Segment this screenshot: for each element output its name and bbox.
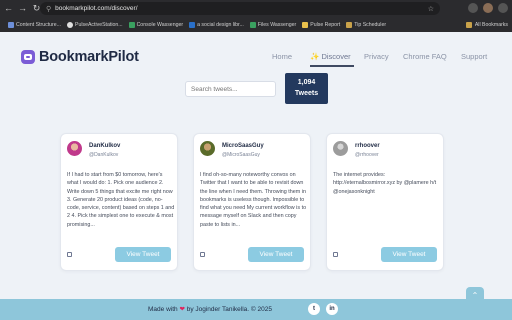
browser-actions <box>468 3 508 13</box>
extensions-icon[interactable] <box>468 3 478 13</box>
twitter-icon[interactable]: t <box>308 303 320 315</box>
folder-icon <box>346 21 353 28</box>
bookmark-star-icon[interactable]: ☆ <box>428 5 434 13</box>
author-name: MicroSaasGuy <box>222 143 264 149</box>
nav-privacy[interactable]: Privacy <box>364 52 389 61</box>
select-checkbox[interactable] <box>333 252 338 257</box>
bookmark-item[interactable]: Files Wassenger <box>249 21 296 28</box>
search-input[interactable] <box>185 81 276 97</box>
wassenger-icon <box>249 21 256 28</box>
doc-icon <box>8 21 14 28</box>
linkedin-icon[interactable]: in <box>326 303 338 315</box>
view-tweet-button[interactable]: View Tweet <box>115 247 171 262</box>
footer: Made with ❤ by Joginder Tanikella. © 202… <box>0 299 512 320</box>
link-icon <box>189 21 196 28</box>
bookmarks-bar: Content Structure... PulseActiveStation.… <box>0 17 512 32</box>
tweet-card: rrhoover @rrhoover The internet provides… <box>326 133 444 271</box>
tweet-text: If I had to start from $0 tomorrow, here… <box>67 172 175 228</box>
avatar <box>333 141 348 156</box>
sparkle-icon: ✨ <box>310 52 320 61</box>
author-handle: @rrhoover <box>355 152 379 158</box>
url-text: bookmarkpilot.com/discover/ <box>55 5 138 12</box>
bookmark-item[interactable]: Pulse Report <box>302 21 340 28</box>
author-handle: @DanKulkov <box>89 152 119 158</box>
site-info-icon[interactable]: ⚲ <box>46 5 51 13</box>
bookmark-item[interactable]: PulseActiveStation... <box>66 21 123 28</box>
github-icon <box>66 21 73 28</box>
main-nav: Home ✨ Discover Privacy Chrome FAQ Suppo… <box>0 52 512 67</box>
back-icon[interactable]: ← <box>3 3 14 14</box>
view-tweet-button[interactable]: View Tweet <box>381 247 437 262</box>
bookmark-item[interactable]: Content Structure... <box>8 21 61 28</box>
tweet-card: DanKulkov @DanKulkov If I had to start f… <box>60 133 178 271</box>
view-tweet-button[interactable]: View Tweet <box>248 247 304 262</box>
nav-support[interactable]: Support <box>461 52 487 61</box>
address-bar[interactable]: ⚲ bookmarkpilot.com/discover/ ☆ <box>40 2 440 15</box>
browser-chrome: ← → ↻ ⚲ bookmarkpilot.com/discover/ ☆ Co… <box>0 0 512 32</box>
profile-avatar[interactable] <box>483 3 493 13</box>
tweet-card: MicroSaasGuy @MicroSaasGuy I find oh-so-… <box>193 133 311 271</box>
tweet-text: I find oh-so-many noteworthy convos on T… <box>200 172 307 228</box>
nav-chrome-faq[interactable]: Chrome FAQ <box>403 52 447 61</box>
pulse-icon <box>302 21 309 28</box>
menu-icon[interactable] <box>498 3 508 13</box>
address-row: ← → ↻ ⚲ bookmarkpilot.com/discover/ ☆ <box>0 0 512 17</box>
forward-icon[interactable]: → <box>17 3 28 14</box>
author-name: rrhoover <box>355 143 380 149</box>
tweet-count: 1,094 <box>297 79 316 86</box>
bookmark-item[interactable]: a social design libr... <box>189 21 244 28</box>
avatar <box>67 141 82 156</box>
wassenger-icon <box>128 21 135 28</box>
author-handle: @MicroSaasGuy <box>222 152 260 158</box>
nav-discover[interactable]: ✨ Discover <box>310 52 351 61</box>
avatar <box>200 141 215 156</box>
nav-home[interactable]: Home <box>272 52 292 61</box>
tweet-text: The internet provides: http://eternalbos… <box>333 172 437 195</box>
tweet-count-label: Tweets <box>294 90 319 97</box>
select-checkbox[interactable] <box>200 252 205 257</box>
bookmark-item[interactable]: Console Wassenger <box>128 21 183 28</box>
folder-icon <box>465 21 472 28</box>
footer-credit: Made with ❤ by Joginder Tanikella. © 202… <box>148 306 272 313</box>
tweet-count-badge: 1,094 Tweets <box>285 73 328 104</box>
active-nav-indicator <box>310 65 354 67</box>
heart-icon: ❤ <box>179 306 185 313</box>
all-bookmarks[interactable]: All Bookmarks <box>465 17 508 32</box>
bookmark-item[interactable]: Tip Scheduler <box>346 21 386 28</box>
author-name: DanKulkov <box>89 143 121 149</box>
select-checkbox[interactable] <box>67 252 72 257</box>
